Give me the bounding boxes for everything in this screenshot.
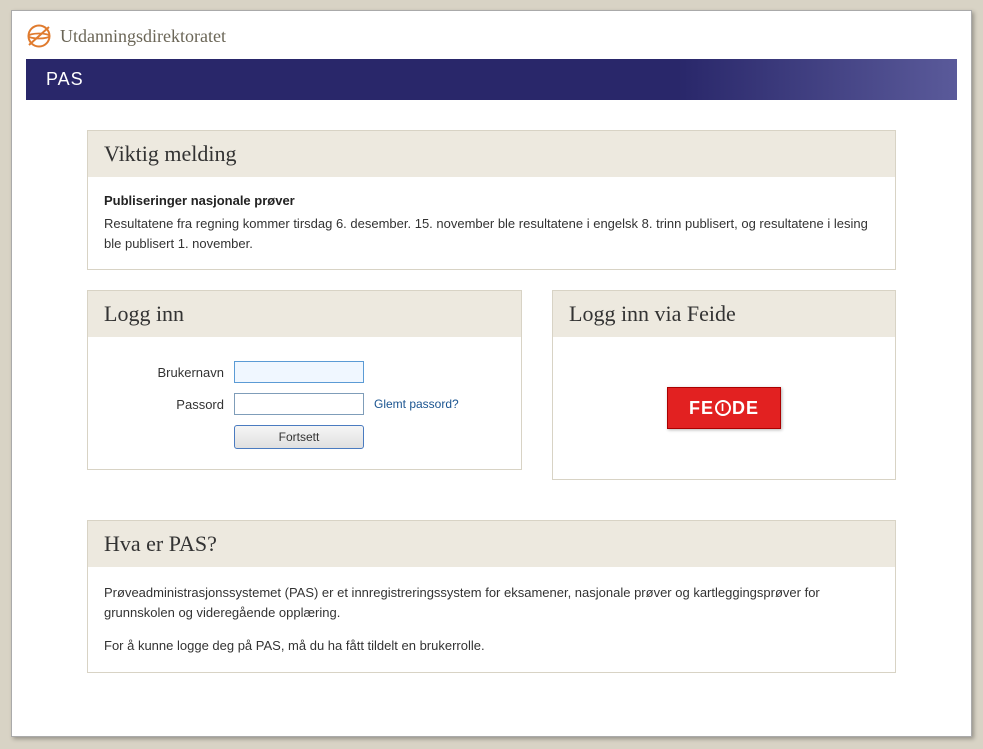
alert-panel: Viktig melding Publiseringer nasjonale p… xyxy=(87,130,896,270)
login-row: Logg inn Brukernavn Passord Glemt passor… xyxy=(87,290,896,500)
username-row: Brukernavn xyxy=(104,361,505,383)
app-title: PAS xyxy=(46,69,937,90)
header: Utdanningsdirektoratet xyxy=(12,11,971,59)
about-panel: Hva er PAS? Prøveadministrasjonssystemet… xyxy=(87,520,896,673)
alert-body-text: Resultatene fra regning kommer tirsdag 6… xyxy=(104,214,879,253)
alert-title: Viktig melding xyxy=(104,141,879,167)
content-area: Viktig melding Publiseringer nasjonale p… xyxy=(12,100,971,723)
about-title: Hva er PAS? xyxy=(104,531,879,557)
submit-row: Fortsett xyxy=(104,425,505,449)
page-wrapper: Utdanningsdirektoratet PAS Viktig meldin… xyxy=(11,10,972,737)
alert-panel-header: Viktig melding xyxy=(88,131,895,177)
alert-subheading: Publiseringer nasjonale prøver xyxy=(104,193,879,208)
nav-bar: PAS xyxy=(26,59,957,100)
feide-logo-icon: FEIDE xyxy=(689,398,759,419)
login-panel: Logg inn Brukernavn Passord Glemt passor… xyxy=(87,290,522,470)
feide-column: Logg inn via Feide FEIDE xyxy=(552,290,896,500)
about-panel-body: Prøveadministrasjonssystemet (PAS) er et… xyxy=(88,567,895,672)
about-paragraph-1: Prøveadministrasjonssystemet (PAS) er et… xyxy=(104,583,879,622)
password-label: Passord xyxy=(104,397,234,412)
password-row: Passord Glemt passord? xyxy=(104,393,505,415)
feide-title: Logg inn via Feide xyxy=(569,301,879,327)
feide-login-button[interactable]: FEIDE xyxy=(667,387,781,429)
org-name: Utdanningsdirektoratet xyxy=(60,26,226,47)
username-input[interactable] xyxy=(234,361,364,383)
alert-panel-body: Publiseringer nasjonale prøver Resultate… xyxy=(88,177,895,269)
udir-logo-icon xyxy=(26,23,52,49)
feide-panel-body: FEIDE xyxy=(553,337,895,479)
login-panel-header: Logg inn xyxy=(88,291,521,337)
password-input[interactable] xyxy=(234,393,364,415)
feide-panel: Logg inn via Feide FEIDE xyxy=(552,290,896,480)
about-paragraph-2: For å kunne logge deg på PAS, må du ha f… xyxy=(104,636,879,656)
login-title: Logg inn xyxy=(104,301,505,327)
username-label: Brukernavn xyxy=(104,365,234,380)
submit-button[interactable]: Fortsett xyxy=(234,425,364,449)
feide-panel-header: Logg inn via Feide xyxy=(553,291,895,337)
login-column: Logg inn Brukernavn Passord Glemt passor… xyxy=(87,290,522,500)
forgot-password-link[interactable]: Glemt passord? xyxy=(374,397,459,411)
about-panel-header: Hva er PAS? xyxy=(88,521,895,567)
login-form: Brukernavn Passord Glemt passord? Fortse… xyxy=(88,337,521,469)
